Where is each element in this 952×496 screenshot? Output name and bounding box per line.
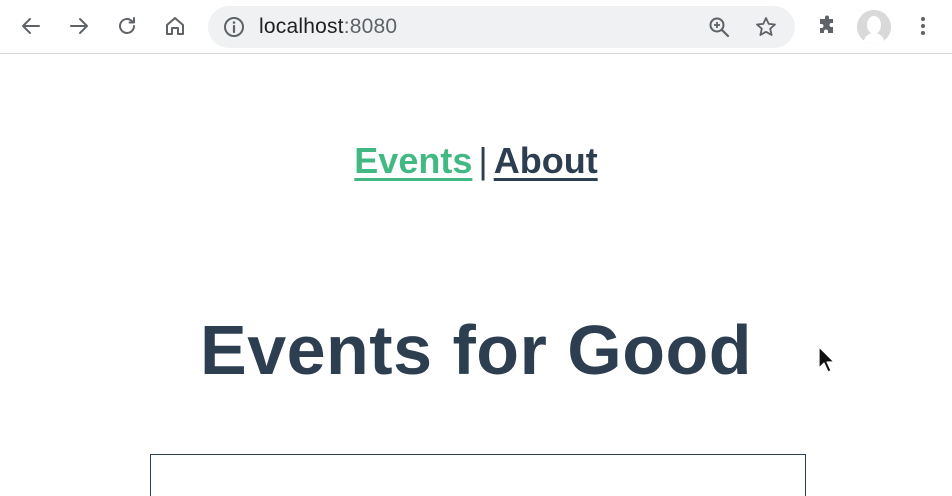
puzzle-icon xyxy=(820,15,833,33)
home-button[interactable] xyxy=(157,8,193,44)
mouse-cursor-icon xyxy=(818,346,835,373)
url-port: :8080 xyxy=(343,15,398,38)
kebab-menu-icon xyxy=(921,17,925,35)
arrow-left-icon xyxy=(22,18,40,34)
avatar-icon xyxy=(857,10,891,44)
nav-link-events[interactable]: Events xyxy=(354,140,472,181)
nav-separator: | xyxy=(478,140,488,181)
url-host: localhost xyxy=(259,15,344,38)
main-nav: Events | About xyxy=(0,140,952,190)
profile-avatar[interactable] xyxy=(857,10,891,44)
reload-button[interactable] xyxy=(109,8,145,44)
address-bar[interactable]: localhost:8080 xyxy=(208,6,795,48)
browser-menu-button[interactable] xyxy=(905,8,941,44)
page-title: Events for Good xyxy=(200,311,752,389)
star-icon[interactable] xyxy=(754,15,778,39)
info-icon[interactable] xyxy=(222,15,246,39)
nav-link-about[interactable]: About xyxy=(494,140,598,181)
url-text[interactable]: localhost:8080 xyxy=(259,6,397,48)
extensions-button[interactable] xyxy=(809,8,845,44)
home-icon xyxy=(166,17,184,35)
forward-button[interactable] xyxy=(61,8,97,44)
back-button[interactable] xyxy=(13,8,49,44)
event-card[interactable] xyxy=(150,454,806,496)
reload-icon xyxy=(119,17,135,34)
browser-toolbar: localhost:8080 xyxy=(0,0,952,54)
zoom-in-icon[interactable] xyxy=(707,15,731,39)
arrow-right-icon xyxy=(70,18,88,34)
